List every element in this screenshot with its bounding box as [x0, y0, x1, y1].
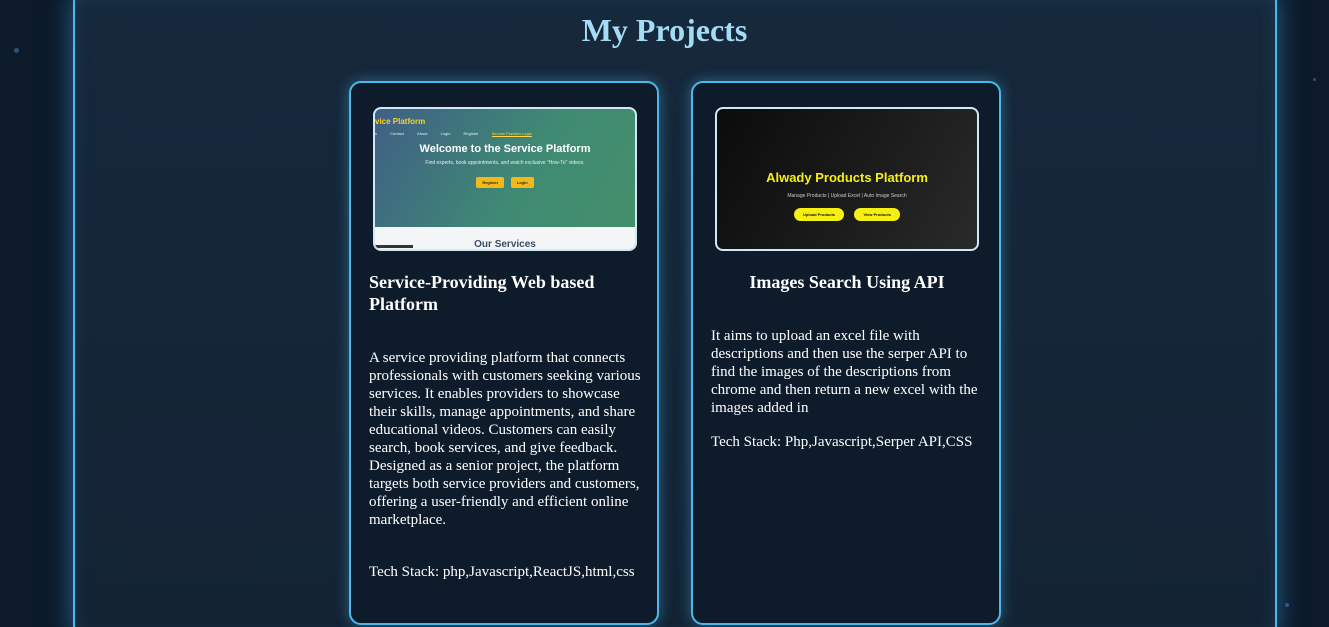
- project-card[interactable]: vice Platform s Contact About Login Regi…: [349, 81, 659, 625]
- screenshot-buttons: Register Login: [375, 171, 635, 189]
- project-title: Images Search Using API: [749, 272, 945, 292]
- project-description: A service providing platform that connec…: [369, 350, 641, 528]
- screenshot-heading: Alwady Products Platform: [766, 170, 928, 185]
- project-card[interactable]: Alwady Products Platform Manage Products…: [691, 81, 1001, 625]
- screenshot-login-button: Login: [510, 177, 534, 188]
- project-title: Service-Providing Web based Platform: [369, 272, 595, 314]
- project-screenshot: vice Platform s Contact About Login Regi…: [373, 107, 637, 251]
- screenshot-nav-link: Contact: [390, 131, 404, 136]
- background-star: [1313, 78, 1316, 81]
- project-tech-stack: Tech Stack: php,Javascript,ReactJS,html,…: [369, 564, 635, 580]
- screenshot-nav-link: Service Provider Login: [491, 131, 532, 137]
- screenshot-register-button: Register: [476, 177, 505, 188]
- screenshot-nav-link: s: [375, 131, 377, 136]
- project-tech-stack: Tech Stack: Php,Javascript,Serper API,CS…: [711, 434, 973, 450]
- screenshot-section-heading: Our Services: [474, 239, 536, 250]
- screenshot-subtitle: Find experts, book appointments, and wat…: [425, 160, 585, 166]
- projects-section: [73, 0, 1277, 627]
- screenshot-upload-button: Upload Products: [794, 208, 845, 221]
- background-star: [1285, 603, 1289, 607]
- screenshot-nav-link: Login: [440, 131, 451, 136]
- screenshot-navbar: vice Platform s Contact About Login Regi…: [375, 113, 635, 137]
- screenshot-scrollbar: [375, 245, 413, 248]
- screenshot-nav-link: About: [417, 131, 428, 136]
- screenshot-subtitle: Manage Products | Upload Excel | Auto Im…: [787, 193, 907, 199]
- screenshot-brand: vice Platform: [375, 117, 426, 126]
- screenshot-nav-link: Register: [463, 131, 479, 136]
- project-screenshot: Alwady Products Platform Manage Products…: [715, 107, 979, 251]
- project-description: It aims to upload an excel file with des…: [711, 328, 978, 416]
- screenshot-nav-links: s Contact About Login Register Service P…: [375, 131, 635, 137]
- page-title: My Projects: [581, 12, 748, 48]
- screenshot-heading: Welcome to the Service Platform: [419, 143, 591, 155]
- screenshot-view-button: View Products: [854, 208, 900, 221]
- screenshot-buttons: Upload Products View Products: [717, 203, 977, 221]
